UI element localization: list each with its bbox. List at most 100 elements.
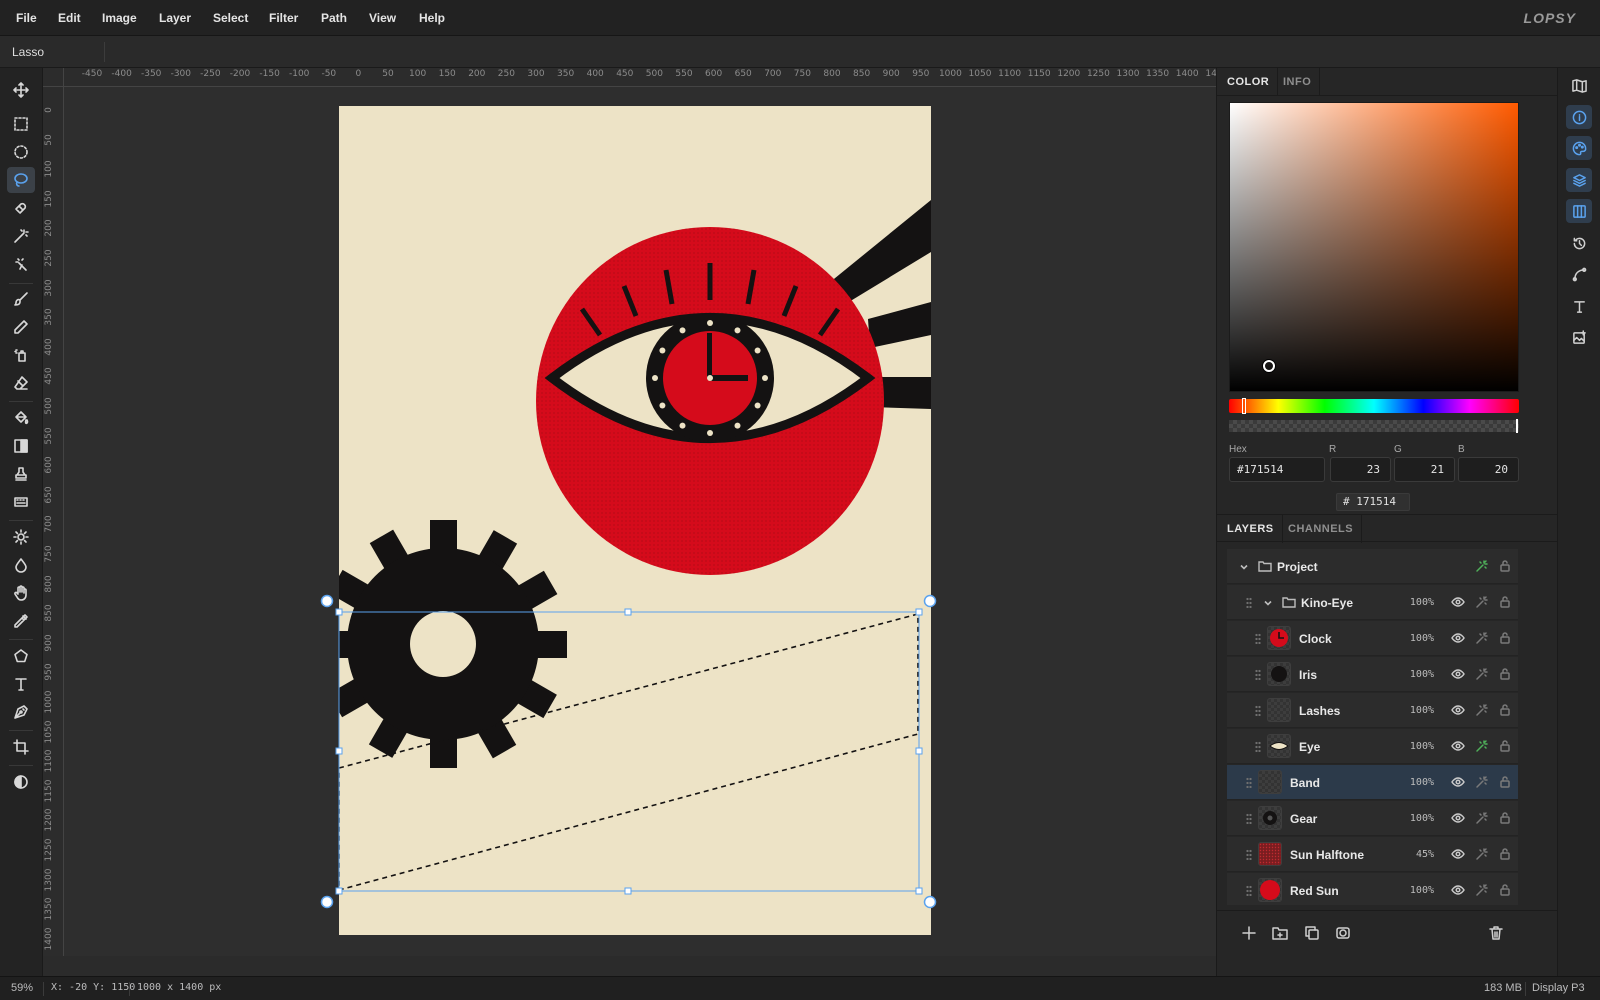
canvas-viewport[interactable] <box>64 87 1216 956</box>
menu-path[interactable]: Path <box>321 11 347 25</box>
eraser-tool[interactable] <box>7 370 35 396</box>
bucket-tool[interactable] <box>7 405 35 431</box>
lock-icon[interactable] <box>1498 595 1512 609</box>
pen-tool[interactable] <box>7 699 35 725</box>
chevron-down-icon[interactable] <box>1263 597 1273 607</box>
eye-icon[interactable] <box>1451 595 1465 609</box>
character-panel-button[interactable] <box>1566 294 1592 318</box>
drag-handle-icon[interactable] <box>1246 597 1252 608</box>
effects-icon[interactable] <box>1475 559 1489 573</box>
drag-handle-icon[interactable] <box>1255 633 1261 644</box>
current-color-chip[interactable]: # 171514 <box>1336 493 1410 511</box>
layer-opacity[interactable]: 45% <box>1416 849 1434 860</box>
eye-icon[interactable] <box>1451 775 1465 789</box>
pencil-tool[interactable] <box>7 314 35 340</box>
eye-icon[interactable] <box>1451 703 1465 717</box>
add-layer-button[interactable] <box>1241 925 1257 941</box>
effects-icon[interactable] <box>1475 883 1489 897</box>
move-tool[interactable] <box>7 77 35 103</box>
layer-row-sun-halftone[interactable]: Sun Halftone 45% <box>1227 837 1518 872</box>
eye-icon[interactable] <box>1451 631 1465 645</box>
rect-select-tool[interactable] <box>7 111 35 137</box>
text-tool[interactable] <box>7 671 35 697</box>
menu-view[interactable]: View <box>369 11 396 25</box>
ellipse-select-tool[interactable] <box>7 139 35 165</box>
hex-input[interactable]: #171514 <box>1229 457 1325 482</box>
dodge-tool[interactable] <box>7 524 35 550</box>
lock-icon[interactable] <box>1498 739 1512 753</box>
effects-icon[interactable] <box>1475 595 1489 609</box>
menu-file[interactable]: File <box>16 11 37 25</box>
lock-icon[interactable] <box>1498 703 1512 717</box>
channels-panel-button[interactable] <box>1566 199 1592 223</box>
layer-row-red-sun[interactable]: Red Sun 100% <box>1227 873 1518 905</box>
lock-icon[interactable] <box>1498 775 1512 789</box>
tab-info[interactable]: INFO <box>1275 68 1321 96</box>
eyedropper-tool[interactable] <box>7 608 35 634</box>
stamp-tool[interactable] <box>7 461 35 487</box>
polygon-tool[interactable] <box>7 643 35 669</box>
lock-icon[interactable] <box>1498 631 1512 645</box>
b-input[interactable]: 20 <box>1458 457 1519 482</box>
magic-wand-tool[interactable] <box>7 223 35 249</box>
menu-select[interactable]: Select <box>213 11 248 25</box>
duplicate-layer-button[interactable] <box>1304 925 1320 941</box>
effects-icon[interactable] <box>1475 847 1489 861</box>
layer-row-clock[interactable]: Clock 100% <box>1227 621 1518 656</box>
hand-tool[interactable] <box>7 580 35 606</box>
new-group-button[interactable] <box>1272 925 1288 941</box>
drag-handle-icon[interactable] <box>1255 705 1261 716</box>
layer-opacity[interactable]: 100% <box>1410 669 1434 680</box>
drag-handle-icon[interactable] <box>1246 777 1252 788</box>
layer-opacity[interactable]: 100% <box>1410 813 1434 824</box>
effects-icon[interactable] <box>1475 667 1489 681</box>
crop-tool[interactable] <box>7 734 35 760</box>
eye-icon[interactable] <box>1451 739 1465 753</box>
spray-tool[interactable] <box>7 342 35 368</box>
hue-handle[interactable] <box>1242 398 1246 414</box>
brush-tool[interactable] <box>7 286 35 312</box>
paths-panel-button[interactable] <box>1566 262 1592 286</box>
eye-icon[interactable] <box>1451 667 1465 681</box>
quick-select-tool[interactable] <box>7 251 35 277</box>
menu-image[interactable]: Image <box>102 11 137 25</box>
layer-opacity[interactable]: 100% <box>1410 885 1434 896</box>
mask-button[interactable] <box>1335 925 1351 941</box>
r-input[interactable]: 23 <box>1330 457 1391 482</box>
menu-filter[interactable]: Filter <box>269 11 298 25</box>
menu-edit[interactable]: Edit <box>58 11 81 25</box>
info-panel-button[interactable] <box>1566 105 1592 129</box>
hue-slider[interactable] <box>1229 398 1519 414</box>
drag-handle-icon[interactable] <box>1246 849 1252 860</box>
layers-panel-button[interactable] <box>1566 168 1592 192</box>
layer-row-eye[interactable]: Eye 100% <box>1227 729 1518 764</box>
alpha-slider[interactable] <box>1229 419 1519 433</box>
layer-row-iris[interactable]: Iris 100% <box>1227 657 1518 692</box>
eye-icon[interactable] <box>1451 847 1465 861</box>
contrast-tool[interactable] <box>7 769 35 795</box>
layer-row-kino-eye[interactable]: Kino-Eye 100% <box>1227 585 1518 620</box>
drag-handle-icon[interactable] <box>1255 669 1261 680</box>
lock-icon[interactable] <box>1498 667 1512 681</box>
layer-opacity[interactable]: 100% <box>1410 597 1434 608</box>
artwork[interactable] <box>64 87 1216 956</box>
saturation-picker[interactable] <box>1229 102 1519 392</box>
effects-icon[interactable] <box>1475 811 1489 825</box>
tab-channels[interactable]: CHANNELS <box>1280 515 1363 543</box>
color-profile[interactable]: Display P3 <box>1532 982 1585 994</box>
effects-icon[interactable] <box>1475 775 1489 789</box>
navigator-button[interactable] <box>1566 73 1592 97</box>
lock-icon[interactable] <box>1498 883 1512 897</box>
lock-icon[interactable] <box>1498 559 1512 573</box>
layer-row-gear[interactable]: Gear 100% <box>1227 801 1518 836</box>
drag-handle-icon[interactable] <box>1255 741 1261 752</box>
layer-opacity[interactable]: 100% <box>1410 741 1434 752</box>
magnetic-lasso-tool[interactable] <box>7 195 35 221</box>
layer-row-band[interactable]: Band 100% <box>1227 765 1518 800</box>
effects-icon[interactable] <box>1475 703 1489 717</box>
tab-color[interactable]: COLOR <box>1219 68 1279 96</box>
effects-icon[interactable] <box>1475 631 1489 645</box>
burn-tool[interactable] <box>7 552 35 578</box>
alpha-handle[interactable] <box>1516 419 1518 433</box>
layer-opacity[interactable]: 100% <box>1410 633 1434 644</box>
